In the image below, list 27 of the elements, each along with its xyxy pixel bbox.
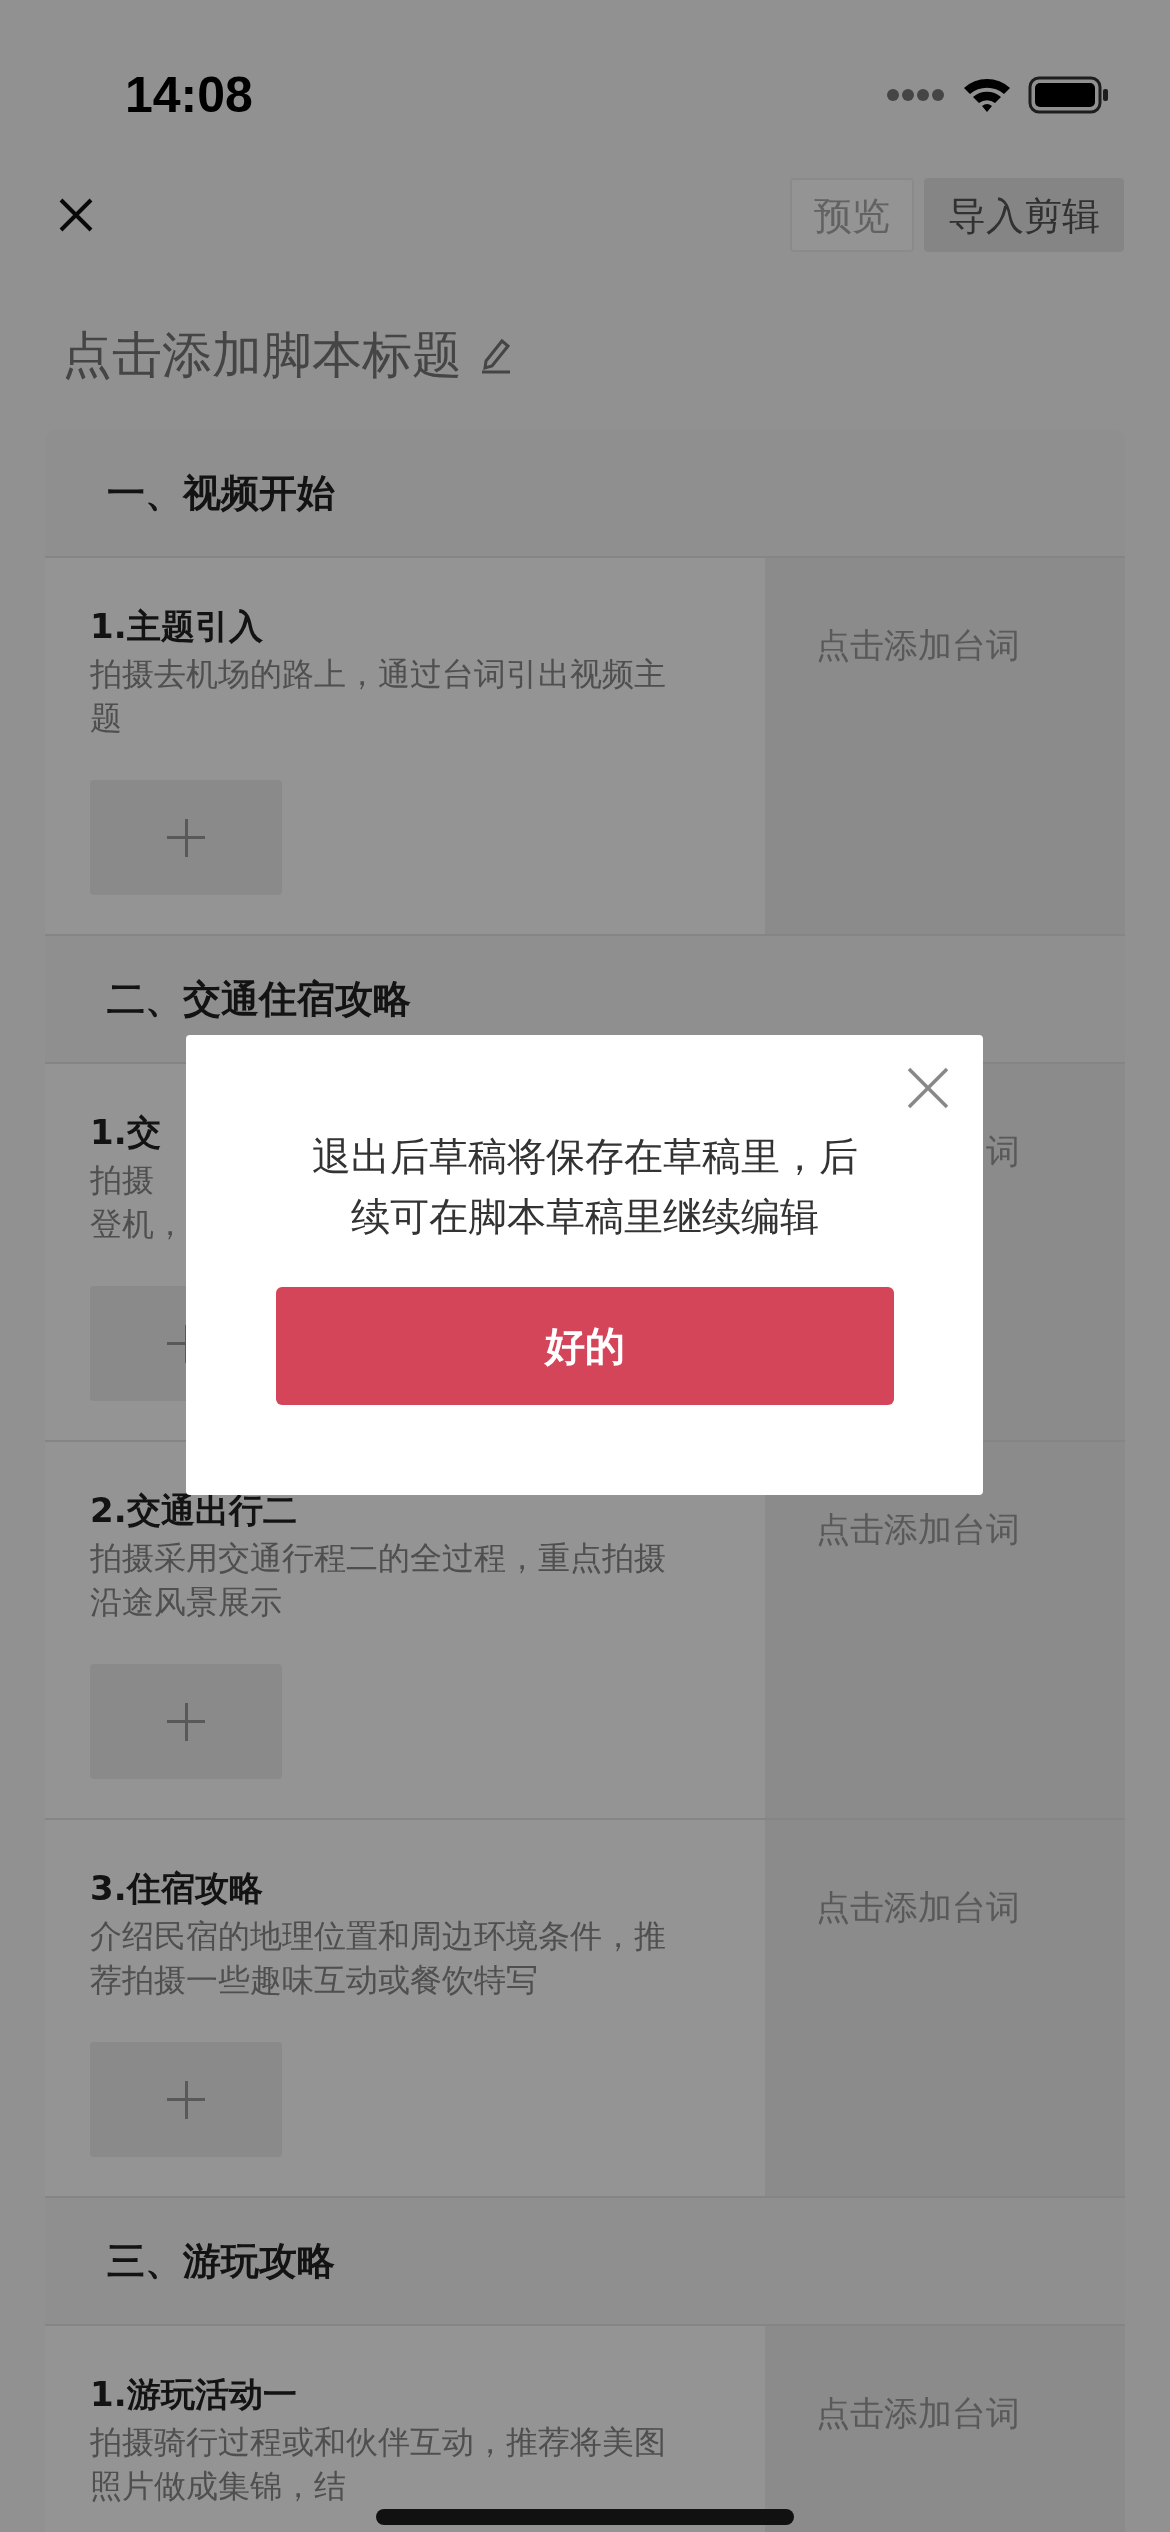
script-title[interactable]: 点击添加脚本标题 [62, 317, 462, 393]
section-title: 一、视频开始 [45, 430, 1125, 558]
battery-icon [1028, 76, 1110, 114]
dialog-message: 退出后草稿将保存在草稿里，后续可在脚本草稿里继续编辑 [310, 1133, 859, 1241]
shot-description: 介绍民宿的地理位置和周边环境条件，推 荐拍摄一些趣味互动或餐饮特写 [90, 1916, 666, 2001]
shot-description: 拍摄去机场的路上，通过台词引出视频主 题 [90, 654, 666, 739]
ok-button[interactable]: 好的 [275, 1287, 894, 1405]
import-button[interactable]: 导入剪辑 [924, 178, 1124, 252]
shot-title[interactable]: 2.交通出行二 [90, 1488, 297, 1532]
close-button[interactable] [907, 1067, 949, 1109]
shot-description: 拍摄骑行过程或和伙伴互动，推荐将美图 照片做成集锦，结 [90, 2422, 666, 2507]
shot-title[interactable]: 3.住宿攻略 [90, 1866, 263, 1910]
status-time: 14:08 [125, 65, 253, 125]
shot-title[interactable]: 1.交 [90, 1110, 161, 1154]
close-icon [58, 197, 94, 233]
shot-title[interactable]: 1.游玩活动一 [90, 2372, 297, 2416]
add-tile[interactable] [90, 2042, 282, 2157]
add-tile[interactable] [90, 1664, 282, 1779]
shot-title[interactable]: 1.主题引入 [90, 604, 263, 648]
close-button[interactable] [58, 197, 94, 233]
signal-icon [886, 88, 946, 102]
wifi-icon [962, 76, 1012, 114]
section-title: 三、游玩攻略 [45, 2198, 1125, 2326]
shot-description: 拍摄采用交通行程二的全过程，重点拍摄 沿途风景展示 [90, 1538, 666, 1623]
close-icon [907, 1067, 949, 1109]
shot-description: 拍摄 登机， [90, 1160, 186, 1245]
add-tile[interactable] [90, 780, 282, 895]
